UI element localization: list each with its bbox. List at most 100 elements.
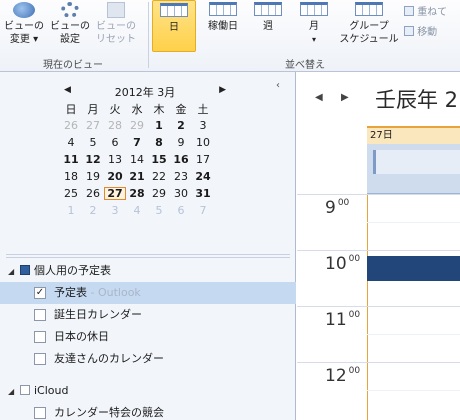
date-cell[interactable]: 14 bbox=[126, 153, 148, 166]
move-button[interactable]: 移動 bbox=[404, 26, 460, 39]
calendar-group-icon bbox=[20, 265, 30, 275]
date-cell[interactable]: 26 bbox=[60, 119, 82, 132]
hour-divider bbox=[297, 194, 460, 195]
date-cell[interactable]: 29 bbox=[148, 187, 170, 200]
date-cell[interactable]: 5 bbox=[148, 204, 170, 217]
appointment-block[interactable] bbox=[367, 256, 460, 281]
date-cell[interactable]: 11 bbox=[60, 153, 82, 166]
date-cell[interactable]: 29 bbox=[126, 119, 148, 132]
ribbon: ビューの 変更 ▾ ビューの 設定 ビューの リセット 現在のビュー 日 稼働日… bbox=[0, 0, 460, 72]
schedule-view-button[interactable]: グループ スケジュール bbox=[338, 0, 400, 46]
calendar-folder-item[interactable]: ✓ 予定表 - Outlook bbox=[0, 282, 296, 304]
calendar-folder-item[interactable]: 日本の休日 bbox=[0, 326, 296, 348]
day-view-label: 日 bbox=[169, 22, 179, 33]
date-cell[interactable]: 22 bbox=[148, 170, 170, 183]
calendar-checkbox[interactable] bbox=[34, 331, 46, 343]
calendar-folder-item[interactable]: 友達さんのカレンダー bbox=[0, 348, 296, 370]
date-cell[interactable]: 6 bbox=[104, 136, 126, 149]
next-day-button[interactable]: ▶ bbox=[341, 92, 349, 103]
next-month-button[interactable]: ▶ bbox=[219, 85, 226, 95]
date-cell[interactable]: 13 bbox=[104, 153, 126, 166]
pane-divider[interactable] bbox=[6, 254, 290, 258]
date-cell[interactable]: 24 bbox=[192, 170, 214, 183]
overlay-button[interactable]: 重ねて bbox=[404, 6, 460, 19]
calendar-checkbox[interactable] bbox=[34, 407, 46, 419]
hour-label: 10 00 bbox=[325, 254, 360, 274]
gear-icon bbox=[61, 2, 79, 18]
date-cell[interactable]: 3 bbox=[192, 119, 214, 132]
date-cell[interactable]: 25 bbox=[60, 187, 82, 200]
minute-value: 00 bbox=[348, 254, 361, 264]
calendar-date-title: 壬辰年 2 bbox=[375, 88, 459, 112]
hour-divider bbox=[297, 306, 460, 307]
hour-divider bbox=[297, 250, 460, 251]
calendar-checkbox[interactable] bbox=[34, 353, 46, 365]
date-cell-today[interactable]: 27 bbox=[104, 187, 126, 200]
date-cell[interactable]: 5 bbox=[82, 136, 104, 149]
date-cell[interactable]: 23 bbox=[170, 170, 192, 183]
hour-divider bbox=[297, 362, 460, 363]
date-cell[interactable]: 27 bbox=[82, 119, 104, 132]
day-view-button[interactable]: 日 bbox=[152, 0, 196, 52]
date-cell[interactable]: 16 bbox=[170, 153, 192, 166]
date-cell[interactable]: 8 bbox=[148, 136, 170, 149]
date-cell[interactable]: 2 bbox=[82, 204, 104, 217]
weekday-label: 月 bbox=[87, 102, 99, 116]
date-navigator: ◀ 2012年 3月 ▶ 日月火水木金土 26 27 28 29 1 2 3 4 5 6 7 8 9 10… bbox=[60, 84, 230, 219]
date-cell[interactable]: 1 bbox=[60, 204, 82, 217]
date-cell[interactable]: 7 bbox=[126, 136, 148, 149]
prev-month-button[interactable]: ◀ bbox=[64, 85, 71, 95]
time-slot-grid[interactable] bbox=[367, 194, 460, 420]
prev-day-button[interactable]: ◀ bbox=[315, 92, 323, 103]
work-week-button[interactable]: 稼働日 bbox=[200, 0, 246, 33]
week-row: 4 5 6 7 8 9 10 bbox=[60, 134, 230, 151]
date-cell[interactable]: 18 bbox=[60, 170, 82, 183]
change-view-button[interactable]: ビューの 変更 ▾ bbox=[2, 2, 46, 46]
date-cell[interactable]: 6 bbox=[170, 204, 192, 217]
week-row: 11 12 13 14 15 16 17 bbox=[60, 151, 230, 168]
weekday-label: 日 bbox=[65, 102, 77, 116]
collapse-pane-button[interactable]: ‹ bbox=[276, 80, 280, 91]
work-week-icon bbox=[209, 2, 237, 16]
calendar-folder-item[interactable]: カレンダー特会の競会 bbox=[0, 402, 296, 420]
calendar-checkbox[interactable] bbox=[34, 309, 46, 321]
month-view-label: 月 bbox=[309, 21, 319, 32]
calendar-checkbox[interactable]: ✓ bbox=[34, 287, 46, 299]
date-cell[interactable]: 3 bbox=[104, 204, 126, 217]
half-hour-divider bbox=[367, 334, 460, 335]
date-cell[interactable]: 1 bbox=[148, 119, 170, 132]
date-cell[interactable]: 10 bbox=[192, 136, 214, 149]
my-calendars-header[interactable]: ◢ 個人用の予定表 bbox=[0, 260, 296, 282]
date-cell[interactable]: 28 bbox=[126, 187, 148, 200]
month-calendar-icon bbox=[300, 2, 328, 16]
date-cell[interactable]: 15 bbox=[148, 153, 170, 166]
all-day-area[interactable] bbox=[367, 144, 460, 194]
navigation-pane: ‹ ◀ 2012年 3月 ▶ 日月火水木金土 26 27 28 29 1 2 3 4 5 6 7 8 9… bbox=[0, 72, 296, 420]
date-cell[interactable]: 26 bbox=[82, 187, 104, 200]
date-cell[interactable]: 19 bbox=[82, 170, 104, 183]
my-calendars-list: ✓ 予定表 - Outlook 誕生日カレンダー 日本の休日 友達さんのカレンダー bbox=[0, 282, 296, 370]
date-cell[interactable]: 28 bbox=[104, 119, 126, 132]
date-cell[interactable]: 31 bbox=[192, 187, 214, 200]
date-cell[interactable]: 17 bbox=[192, 153, 214, 166]
date-cell[interactable]: 30 bbox=[170, 187, 192, 200]
date-cell[interactable]: 4 bbox=[60, 136, 82, 149]
weekday-label: 金 bbox=[175, 102, 187, 116]
date-cell[interactable]: 4 bbox=[126, 204, 148, 217]
week-row: 25 26 27 28 29 30 31 bbox=[60, 185, 230, 202]
date-cell[interactable]: 2 bbox=[170, 119, 192, 132]
reset-view-button[interactable]: ビューの リセット bbox=[94, 2, 138, 46]
date-cell[interactable]: 20 bbox=[104, 170, 126, 183]
date-cell[interactable]: 9 bbox=[170, 136, 192, 149]
week-view-button[interactable]: 週 bbox=[248, 0, 288, 33]
month-view-button[interactable]: 月 ▾ bbox=[292, 0, 336, 46]
hour-value: 11 bbox=[325, 310, 347, 330]
day-column-header[interactable]: 27日 bbox=[367, 126, 460, 144]
calendar-folder-item[interactable]: 誕生日カレンダー bbox=[0, 304, 296, 326]
all-day-event[interactable] bbox=[373, 150, 460, 174]
date-cell[interactable]: 12 bbox=[82, 153, 104, 166]
date-cell[interactable]: 7 bbox=[192, 204, 214, 217]
icloud-header[interactable]: ◢ iCloud bbox=[0, 380, 296, 402]
date-cell[interactable]: 21 bbox=[126, 170, 148, 183]
view-settings-button[interactable]: ビューの 設定 bbox=[48, 2, 92, 46]
